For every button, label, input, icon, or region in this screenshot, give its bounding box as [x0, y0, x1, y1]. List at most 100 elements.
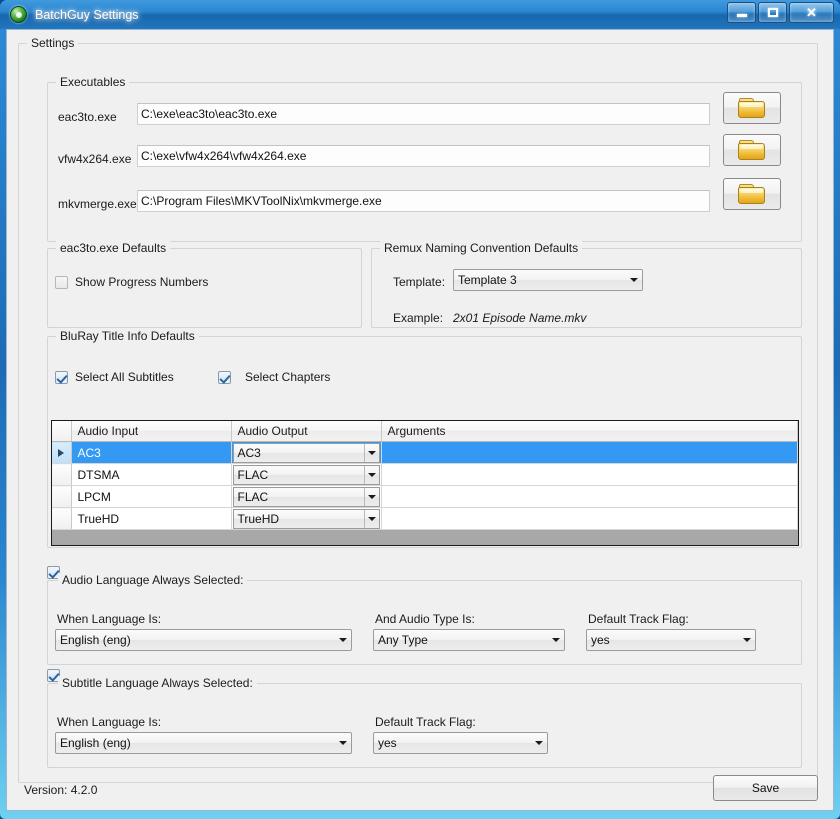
cell-arguments[interactable] — [381, 441, 798, 464]
client-area: Settings Executables eac3to.exe vfw4x264… — [6, 29, 834, 811]
cell-audio-output[interactable]: TrueHD — [231, 507, 382, 530]
chevron-down-icon — [547, 630, 564, 650]
audio-output-value: FLAC — [237, 489, 269, 504]
audio-type-select[interactable]: Any Type — [373, 629, 565, 651]
select-chapters-checkbox[interactable]: Select Chapters — [218, 370, 330, 384]
folder-open-icon — [738, 139, 766, 161]
table-row[interactable]: TrueHD TrueHD — [52, 507, 798, 530]
grid-header-row: Audio Input Audio Output Arguments — [52, 421, 798, 442]
cell-audio-input[interactable]: AC3 — [71, 441, 232, 464]
close-button[interactable]: ✕ — [789, 2, 834, 23]
select-all-subtitles-checkbox[interactable]: Select All Subtitles — [55, 370, 174, 384]
table-row[interactable]: LPCM FLAC — [52, 485, 798, 508]
chevron-down-icon — [363, 487, 379, 506]
row-marker-cell[interactable] — [52, 463, 72, 486]
subtitle-language-title: Subtitle Language Always Selected: — [58, 676, 257, 690]
chevron-down-icon — [625, 270, 642, 290]
cell-arguments[interactable] — [381, 485, 798, 508]
checkbox-box — [55, 370, 68, 384]
version-label: Version: 4.2.0 — [24, 783, 98, 797]
window-title: BatchGuy Settings — [35, 7, 139, 22]
chevron-down-icon — [334, 733, 351, 753]
eac3to-defaults-title: eac3to.exe Defaults — [56, 241, 171, 255]
chevron-down-icon — [363, 443, 379, 462]
audio-default-track-select[interactable]: yes — [586, 629, 756, 651]
maximize-button[interactable] — [758, 2, 787, 23]
application-window: BatchGuy Settings ✕ Settings Executables… — [0, 0, 840, 819]
subtitle-when-language-select[interactable]: English (eng) — [55, 732, 352, 754]
audio-when-language-select[interactable]: English (eng) — [55, 629, 352, 651]
vfw4x264-path-label: vfw4x264.exe — [58, 152, 132, 166]
folder-open-icon — [738, 183, 766, 205]
title-bar[interactable]: BatchGuy Settings ✕ — [0, 0, 840, 29]
audio-defaults-grid[interactable]: Audio Input Audio Output Arguments AC3 A… — [51, 420, 799, 546]
grid-header-audio-output[interactable]: Audio Output — [231, 421, 382, 442]
eac3to-path-input[interactable]: C:\exe\eac3to\eac3to.exe — [137, 103, 710, 125]
subtitle-default-track-select[interactable]: yes — [373, 732, 548, 754]
audio-output-select[interactable]: AC3 — [232, 442, 380, 463]
select-chapters-label-text: Select Chapters — [245, 370, 331, 384]
chevron-down-icon — [363, 465, 379, 484]
title-bar-left: BatchGuy Settings — [10, 0, 139, 29]
row-marker-cell[interactable] — [52, 441, 72, 464]
template-select[interactable]: Template 3 — [453, 269, 643, 291]
cell-audio-input[interactable]: TrueHD — [71, 507, 232, 530]
subtitle-when-language-value: English (eng) — [60, 736, 131, 750]
cell-audio-output[interactable]: AC3 — [231, 441, 382, 464]
template-select-value: Template 3 — [458, 273, 517, 287]
row-marker-cell[interactable] — [52, 485, 72, 508]
audio-type-value: Any Type — [378, 633, 428, 647]
minimize-button[interactable] — [727, 2, 756, 23]
mkvmerge-path-input[interactable]: C:\Program Files\MKVToolNix\mkvmerge.exe — [137, 190, 710, 212]
grid-header-rowmarker — [52, 421, 72, 442]
mkvmerge-browse-button[interactable] — [723, 178, 781, 210]
row-marker-cell[interactable] — [52, 507, 72, 530]
vfw4x264-browse-button[interactable] — [723, 134, 781, 166]
audio-output-value: AC3 — [237, 445, 261, 460]
checkbox-box — [55, 275, 68, 289]
audio-type-label: And Audio Type Is: — [375, 612, 475, 626]
grid-header-audio-input[interactable]: Audio Input — [71, 421, 232, 442]
row-selected-arrow-icon — [58, 448, 65, 457]
save-button[interactable]: Save — [713, 775, 818, 801]
cell-audio-output[interactable]: FLAC — [231, 485, 382, 508]
audio-output-select[interactable]: FLAC — [232, 464, 380, 485]
cell-arguments[interactable] — [381, 463, 798, 486]
table-row[interactable]: AC3 AC3 — [52, 441, 798, 464]
cell-audio-input[interactable]: DTSMA — [71, 463, 232, 486]
template-label: Template: — [393, 275, 446, 289]
example-value: 2x01 Episode Name.mkv — [453, 311, 587, 325]
table-row[interactable]: DTSMA FLAC — [52, 463, 798, 486]
cell-audio-output[interactable]: FLAC — [231, 463, 382, 486]
audio-when-language-value: English (eng) — [60, 633, 131, 647]
settings-group-title: Settings — [27, 36, 79, 50]
app-icon — [10, 6, 27, 23]
audio-output-value: TrueHD — [237, 511, 280, 526]
maximize-icon — [767, 8, 778, 17]
audio-defaults-table: Audio Input Audio Output Arguments AC3 A… — [52, 421, 798, 530]
vfw4x264-path-input[interactable]: C:\exe\vfw4x264\vfw4x264.exe — [137, 145, 710, 167]
chevron-down-icon — [738, 630, 755, 650]
subtitle-default-track-value: yes — [378, 736, 397, 750]
grid-empty-area — [52, 530, 798, 545]
eac3to-path-label: eac3to.exe — [58, 110, 117, 124]
caption-buttons: ✕ — [727, 2, 834, 23]
audio-language-title: Audio Language Always Selected: — [58, 573, 248, 587]
show-progress-numbers-checkbox[interactable]: Show Progress Numbers — [55, 275, 208, 289]
example-label: Example: — [393, 311, 444, 325]
close-icon: ✕ — [806, 5, 817, 20]
chevron-down-icon — [334, 630, 351, 650]
chevron-down-icon — [363, 509, 379, 528]
audio-output-select[interactable]: TrueHD — [232, 508, 380, 529]
eac3to-browse-button[interactable] — [723, 92, 781, 124]
cell-audio-input[interactable]: LPCM — [71, 485, 232, 508]
audio-output-value: FLAC — [237, 467, 269, 482]
subtitle-default-track-label: Default Track Flag: — [375, 715, 476, 729]
audio-output-select[interactable]: FLAC — [232, 486, 380, 507]
audio-default-track-value: yes — [591, 633, 610, 647]
grid-header-arguments[interactable]: Arguments — [381, 421, 798, 442]
subtitle-when-language-label: When Language Is: — [57, 715, 162, 729]
executables-group-title: Executables — [56, 75, 130, 89]
cell-arguments[interactable] — [381, 507, 798, 530]
mkvmerge-path-label: mkvmerge.exe — [58, 197, 137, 211]
